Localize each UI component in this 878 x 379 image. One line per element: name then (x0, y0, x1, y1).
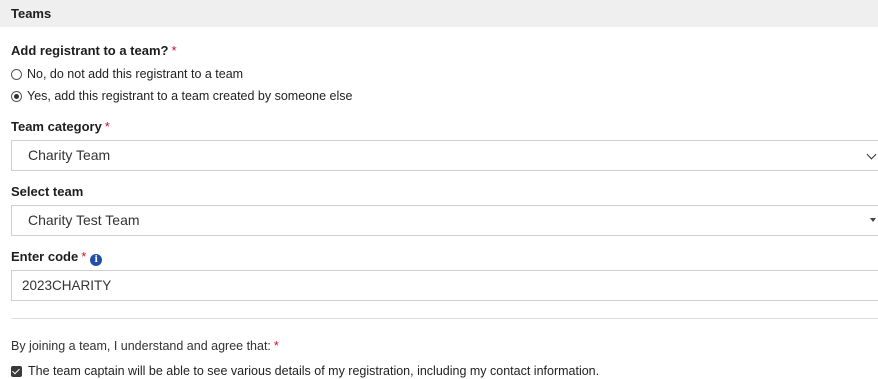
radio-button-unselected[interactable] (11, 68, 22, 80)
team-category-select[interactable]: Charity Team (11, 140, 878, 171)
select-team-select[interactable]: Charity Test Team (11, 205, 878, 236)
radio-button-selected[interactable] (11, 90, 22, 102)
required-asterisk: * (104, 119, 110, 134)
required-asterisk: * (81, 249, 87, 264)
radio-label-no-team: No, do not add this registrant to a team (27, 67, 244, 81)
radio-option-no-team[interactable]: No, do not add this registrant to a team (11, 67, 243, 81)
agreement-checkbox-row[interactable]: The team captain will be able to see var… (11, 364, 599, 378)
enter-code-label: Enter code * i (11, 249, 103, 266)
enter-code-label-text: Enter code (11, 249, 79, 264)
chevron-down-icon (866, 149, 877, 160)
agreement-text-body: By joining a team, I understand and agre… (11, 339, 271, 353)
info-icon[interactable]: i (90, 254, 103, 266)
agreement-checkbox[interactable] (11, 365, 22, 377)
agreement-checkbox-label: The team captain will be able to see var… (28, 364, 600, 378)
caret-down-icon (870, 218, 876, 222)
required-asterisk: * (171, 43, 177, 58)
radio-label-existing-team: Yes, add this registrant to a team creat… (27, 89, 353, 103)
team-category-label-text: Team category (11, 119, 102, 134)
add-team-question: Add registrant to a team? (11, 43, 169, 58)
select-team-label: Select team (11, 184, 84, 199)
team-category-value: Charity Team (28, 147, 111, 163)
team-category-label: Team category * (11, 119, 110, 134)
select-team-value: Charity Test Team (28, 212, 140, 228)
divider (11, 318, 878, 319)
section-header-teams: Teams (0, 0, 878, 27)
add-team-label: Add registrant to a team? * (11, 43, 177, 58)
agreement-text: By joining a team, I understand and agre… (11, 339, 279, 353)
enter-code-input[interactable]: 2023CHARITY (11, 270, 878, 301)
radio-option-existing-team[interactable]: Yes, add this registrant to a team creat… (11, 89, 352, 103)
required-asterisk: * (273, 339, 279, 353)
